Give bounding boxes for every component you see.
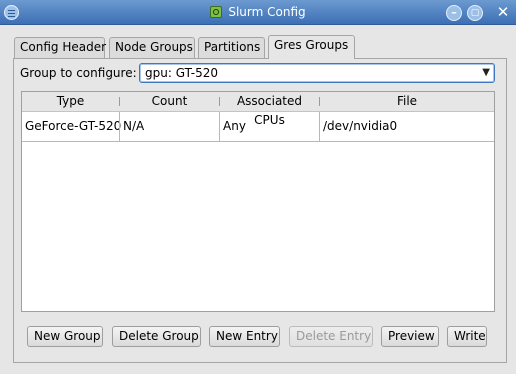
window-title: Slurm Config xyxy=(228,5,306,19)
column-header-file[interactable]: File xyxy=(320,92,494,112)
group-select[interactable]: gpu: GT-520 ▼ xyxy=(139,63,495,83)
gres-groups-panel: Group to configure: gpu: GT-520 ▼ Type C… xyxy=(13,58,507,363)
window-body: Config Header Node Groups Partitions Gre… xyxy=(4,25,512,370)
title-bar: Slurm Config – ▢ ✕ xyxy=(0,0,516,25)
table-row[interactable]: GeForce-GT-520 N/A Any /dev/nvidia0 xyxy=(22,112,494,142)
tab-node-groups[interactable]: Node Groups xyxy=(109,37,195,58)
column-header-associated-cpus[interactable]: Associated CPUs xyxy=(220,92,319,127)
cell-type[interactable]: GeForce-GT-520 xyxy=(22,112,121,141)
delete-entry-button[interactable]: Delete Entry xyxy=(289,326,373,347)
table-header: Type Count Associated CPUs File xyxy=(22,92,494,127)
chevron-down-icon: ▼ xyxy=(482,67,490,78)
tab-config-header[interactable]: Config Header xyxy=(14,37,106,58)
cell-file[interactable]: /dev/nvidia0 xyxy=(320,112,494,141)
column-header-type[interactable]: Type xyxy=(22,92,119,112)
delete-group-button[interactable]: Delete Group xyxy=(112,326,201,347)
write-button[interactable]: Write xyxy=(447,326,487,347)
maximize-icon[interactable]: ▢ xyxy=(467,5,483,21)
tab-partitions[interactable]: Partitions xyxy=(198,37,265,58)
cell-count[interactable]: N/A xyxy=(120,112,219,141)
close-icon[interactable]: ✕ xyxy=(495,5,511,21)
group-select-value: gpu: GT-520 xyxy=(145,66,219,80)
gres-table: Type Count Associated CPUs File GeForce-… xyxy=(21,91,495,312)
minimize-icon[interactable]: – xyxy=(446,5,462,21)
new-group-button[interactable]: New Group xyxy=(27,326,103,347)
title-area: Slurm Config xyxy=(0,0,516,25)
column-header-count[interactable]: Count xyxy=(120,92,219,112)
app-logo-icon xyxy=(210,6,223,18)
group-to-configure-label: Group to configure: xyxy=(20,66,137,80)
cell-associated-cpus[interactable]: Any xyxy=(220,112,319,141)
preview-button[interactable]: Preview xyxy=(381,326,439,347)
tab-gres-groups[interactable]: Gres Groups xyxy=(268,35,355,59)
new-entry-button[interactable]: New Entry xyxy=(209,326,280,347)
